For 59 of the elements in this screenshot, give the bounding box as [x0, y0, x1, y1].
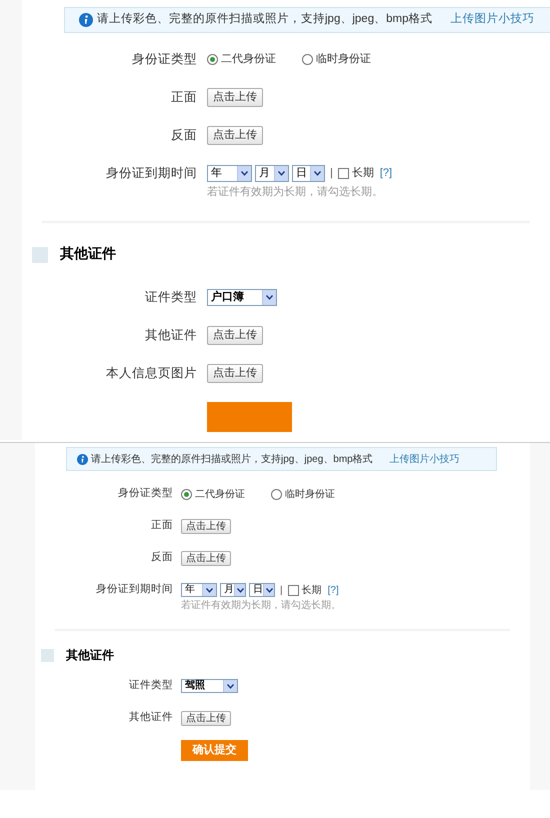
field-label: 证件类型 [144, 288, 197, 306]
tips-link[interactable]: 上传图片小技巧 [450, 11, 534, 28]
field-label: 身份证类型 [131, 51, 197, 68]
dropdown[interactable]: 驾照 [181, 679, 238, 693]
hint-text: 若证件有效期为长期，请勾选长期。 [181, 598, 342, 613]
section-title: 其他证件 [66, 647, 114, 664]
dropdown[interactable]: 日 [292, 164, 325, 182]
field-label: 本人信息页图片 [105, 364, 197, 382]
upload-button[interactable]: 点击上传 [181, 550, 231, 566]
upload-button[interactable]: 点击上传 [207, 126, 263, 145]
chevron-down-icon [266, 588, 272, 592]
field-label: 身份证类型 [117, 486, 173, 502]
info-text: 请上传彩色、完整的原件扫描或照片，支持jpg、jpeg、bmp格式 [91, 452, 373, 466]
chevron-down-icon [314, 170, 321, 176]
dropdown[interactable]: 日 [249, 583, 275, 597]
long-term-checkbox[interactable]: 长期 [338, 165, 374, 182]
dropdown[interactable]: 月 [255, 164, 289, 182]
info-icon [77, 454, 88, 464]
submit-button[interactable] [207, 402, 292, 432]
long-term-checkbox[interactable]: 长期 [288, 582, 322, 598]
section-marker [32, 246, 48, 263]
help-link[interactable]: [?] [328, 582, 339, 598]
separator-text: | [280, 584, 283, 598]
field-label: 其他证件 [128, 710, 173, 726]
section-marker [41, 648, 54, 662]
chevron-down-icon [236, 588, 244, 592]
field-label: 反面 [170, 127, 197, 144]
chevron-down-icon [227, 684, 234, 688]
chevron-down-icon [241, 170, 248, 176]
upload-button[interactable]: 点击上传 [207, 326, 263, 345]
chevron-down-icon [278, 170, 285, 176]
upload-button[interactable]: 点击上传 [207, 88, 263, 108]
radio-option[interactable]: 临时身份证 [302, 51, 371, 68]
field-label: 正面 [170, 89, 197, 106]
upload-button[interactable]: 点击上传 [207, 364, 263, 383]
field-label: 身份证到期时间 [105, 164, 197, 182]
field-label: 证件类型 [128, 678, 173, 694]
separator-text: | [330, 166, 333, 182]
field-label: 身份证到期时间 [95, 582, 173, 598]
dropdown[interactable]: 户口簿 [207, 288, 277, 306]
dropdown[interactable]: 年 [181, 583, 217, 597]
hint-text: 若证件有效期为长期，请勾选长期。 [207, 185, 384, 200]
field-label: 其他证件 [144, 326, 197, 344]
info-text: 请上传彩色、完整的原件扫描或照片，支持jpg、jpeg、bmp格式 [97, 11, 432, 28]
upload-button[interactable]: 点击上传 [181, 518, 231, 534]
chevron-down-icon [266, 294, 273, 300]
help-link[interactable]: [?] [380, 165, 392, 182]
dropdown[interactable]: 年 [207, 164, 252, 182]
tips-link[interactable]: 上传图片小技巧 [390, 452, 460, 466]
radio-option[interactable]: 临时身份证 [271, 486, 335, 502]
info-icon [79, 12, 93, 27]
chevron-down-icon [206, 588, 213, 592]
upload-button[interactable]: 点击上传 [181, 710, 231, 726]
radio-option[interactable]: 二代身份证 [207, 51, 276, 68]
section-title: 其他证件 [60, 245, 116, 264]
field-label: 正面 [150, 518, 173, 534]
dropdown[interactable]: 月 [220, 583, 246, 597]
field-label: 反面 [150, 550, 173, 566]
radio-option[interactable]: 二代身份证 [181, 486, 245, 502]
